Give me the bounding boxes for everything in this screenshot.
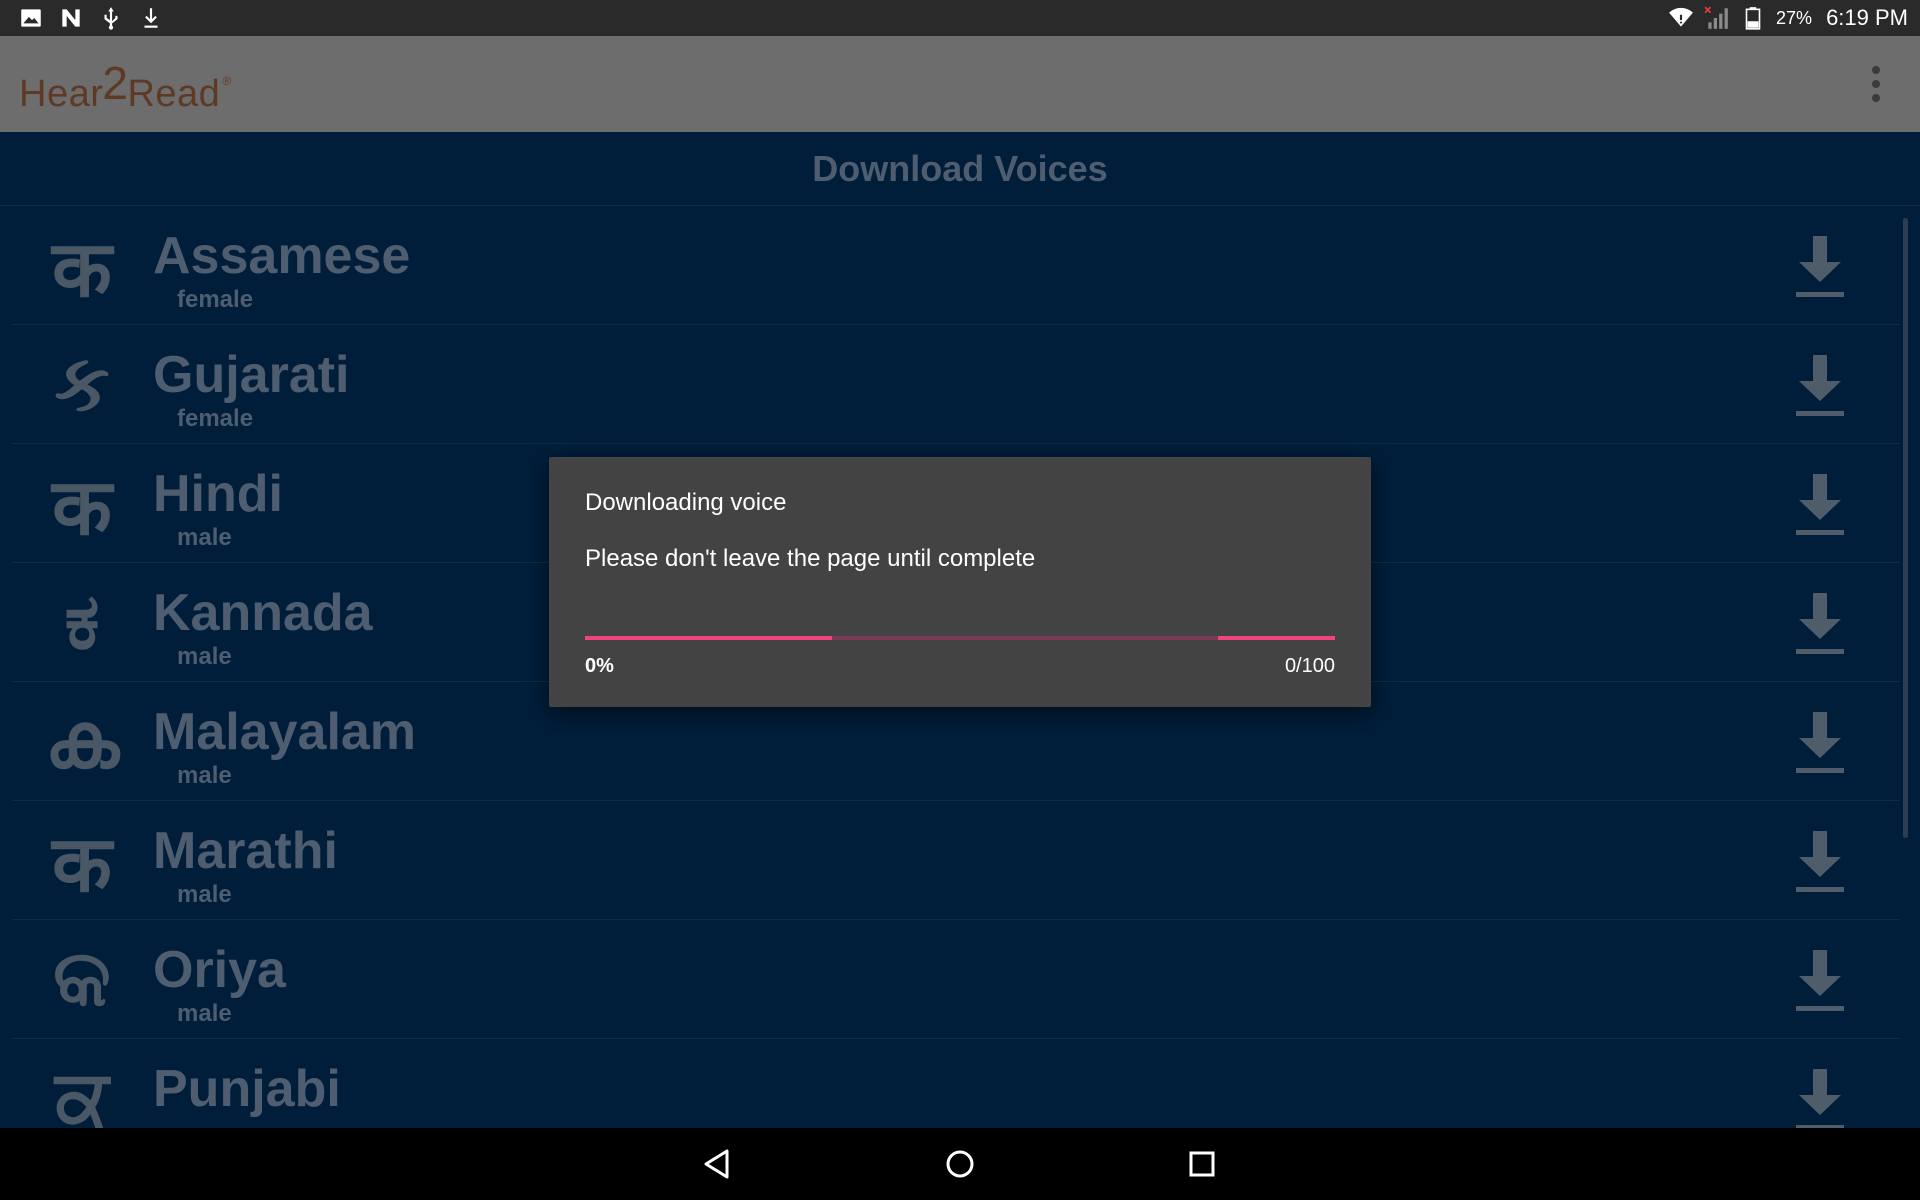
download-progress-dialog: Downloading voice Please don't leave the… bbox=[549, 457, 1371, 707]
voice-name: Punjabi bbox=[153, 1060, 341, 1118]
progress-count: 0/100 bbox=[1284, 655, 1335, 677]
back-icon[interactable] bbox=[700, 1146, 736, 1182]
script-glyph: क bbox=[52, 462, 112, 553]
recents-icon[interactable] bbox=[1184, 1146, 1220, 1182]
script-glyph: ക bbox=[44, 696, 120, 786]
script-glyph: ਕ bbox=[55, 1053, 109, 1128]
script-glyph: କ bbox=[53, 934, 111, 1024]
voice-gender: male bbox=[177, 1000, 232, 1027]
voice-row-punjabi[interactable]: ਕ Punjabi bbox=[12, 1039, 1900, 1128]
battery-icon bbox=[1745, 7, 1761, 30]
voice-gender: female bbox=[177, 286, 254, 313]
voice-row-oriya[interactable]: କ Oriya male bbox=[12, 920, 1900, 1039]
logo-text-read: Read bbox=[127, 73, 221, 115]
voice-name: Marathi bbox=[153, 822, 338, 880]
download-icon[interactable] bbox=[1792, 236, 1848, 298]
home-icon[interactable] bbox=[942, 1146, 978, 1182]
voice-name: Gujarati bbox=[153, 346, 350, 404]
download-icon[interactable] bbox=[1792, 355, 1848, 417]
voice-row-marathi[interactable]: क Marathi male bbox=[12, 801, 1900, 920]
usb-icon bbox=[104, 7, 118, 30]
download-icon[interactable] bbox=[1792, 474, 1848, 536]
voice-gender: female bbox=[177, 405, 254, 432]
progress-indeterminate-segment bbox=[1218, 636, 1335, 640]
progress-percent: 0% bbox=[585, 655, 614, 677]
wifi-icon bbox=[1669, 7, 1693, 27]
dialog-message: Please don't leave the page until comple… bbox=[585, 545, 1036, 572]
voice-row-gujarati[interactable]: ક Gujarati female bbox=[12, 325, 1900, 444]
download-icon[interactable] bbox=[1792, 712, 1848, 774]
app-logo: Hear 2 Read ® bbox=[19, 57, 232, 116]
n-notification-icon bbox=[62, 9, 80, 27]
list-scrollbar[interactable] bbox=[1903, 218, 1908, 838]
voice-gender: male bbox=[177, 524, 232, 551]
page-title: Download Voices bbox=[0, 132, 1920, 206]
voice-name: Kannada bbox=[153, 584, 373, 642]
download-notification-icon bbox=[144, 8, 158, 28]
battery-percent: 27% bbox=[1776, 7, 1813, 28]
voice-name: Assamese bbox=[153, 227, 411, 285]
voice-name: Oriya bbox=[153, 941, 286, 999]
download-icon[interactable] bbox=[1792, 593, 1848, 655]
script-glyph: ક bbox=[54, 339, 110, 429]
script-glyph: क bbox=[52, 819, 112, 910]
status-right: 27% 6:19 PM bbox=[1668, 0, 1908, 36]
voice-gender: male bbox=[177, 643, 232, 670]
download-icon[interactable] bbox=[1792, 950, 1848, 1012]
logo-text-hear: Hear bbox=[19, 73, 104, 115]
voice-row-assamese[interactable]: क Assamese female bbox=[12, 206, 1900, 325]
menu-dot bbox=[1872, 80, 1880, 88]
cell-signal-icon bbox=[1704, 6, 1728, 29]
clock: 6:19 PM bbox=[1826, 5, 1908, 30]
voice-gender: male bbox=[177, 762, 232, 789]
logo-text-two: 2 bbox=[102, 57, 129, 109]
status-left-icons bbox=[18, 5, 164, 31]
logo-registered-mark: ® bbox=[222, 74, 232, 88]
script-glyph: क bbox=[52, 224, 112, 315]
script-glyph: ಕ bbox=[64, 577, 100, 667]
voice-name: Malayalam bbox=[153, 703, 417, 761]
overflow-menu-icon[interactable] bbox=[1856, 64, 1896, 104]
menu-dot bbox=[1872, 94, 1880, 102]
app-bar: Hear 2 Read ® bbox=[0, 36, 1920, 132]
gallery-icon bbox=[21, 9, 41, 27]
progress-indeterminate-segment bbox=[585, 636, 832, 640]
navigation-bar bbox=[0, 1128, 1920, 1200]
dialog-title: Downloading voice bbox=[585, 489, 787, 516]
voice-gender: male bbox=[177, 881, 232, 908]
download-icon[interactable] bbox=[1792, 831, 1848, 893]
download-icon[interactable] bbox=[1792, 1069, 1848, 1128]
progress-bar bbox=[585, 636, 1335, 640]
status-bar: 27% 6:19 PM bbox=[0, 0, 1920, 36]
menu-dot bbox=[1872, 66, 1880, 74]
voice-name: Hindi bbox=[153, 465, 283, 523]
